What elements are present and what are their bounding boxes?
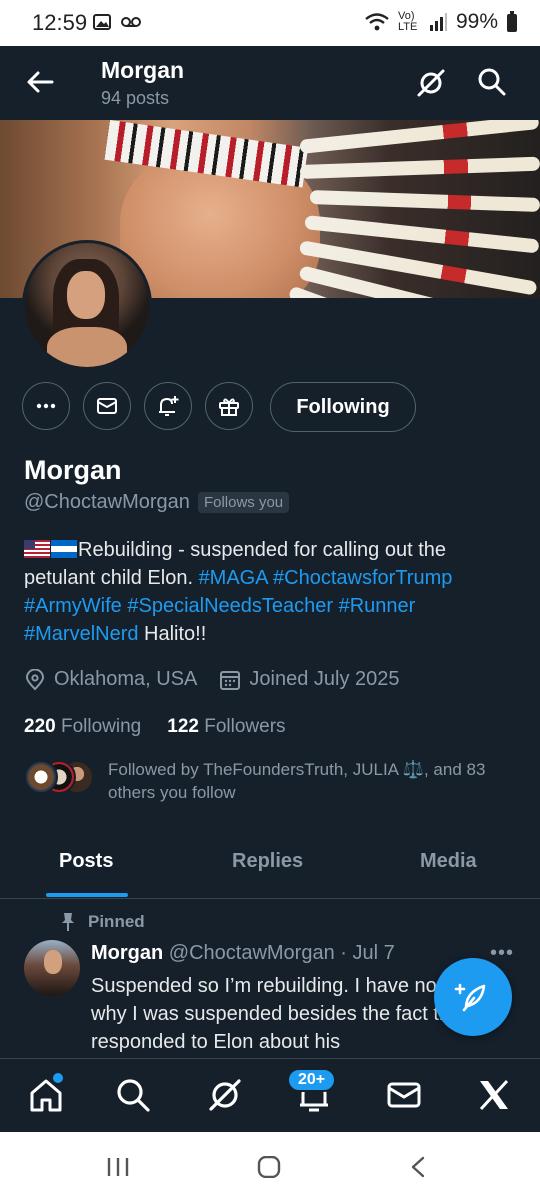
post-author-name[interactable]: Morgan: [91, 942, 163, 964]
gift-button[interactable]: [205, 382, 253, 430]
location-pin-icon: [25, 668, 45, 690]
tab-media[interactable]: Media: [420, 850, 477, 873]
hashtag-link[interactable]: #SpecialNeedsTeacher: [127, 595, 333, 617]
x-logo-icon[interactable]: [474, 1075, 514, 1115]
profile-name: Morgan: [24, 455, 122, 485]
bio-suffix: Halito!!: [138, 623, 207, 645]
battery-percent: 99%: [455, 10, 498, 33]
voicemail-icon: [121, 17, 141, 27]
tab-replies[interactable]: Replies: [232, 850, 303, 873]
status-time: 12:59: [32, 10, 88, 35]
profile-avatar[interactable]: [22, 240, 152, 370]
status-bar: 12:59 Vo) LTE 99%: [0, 0, 540, 46]
post-date: · Jul 7: [340, 942, 395, 964]
profile-meta: Oklahoma, USA Joined July 2025: [24, 668, 422, 691]
compose-button[interactable]: [434, 958, 512, 1036]
profile-stats: 220 Following 122 Followers: [24, 716, 286, 738]
post-count: 94 posts: [101, 88, 170, 108]
profile-bio: Rebuilding - suspended for calling out t…: [24, 536, 514, 648]
message-button[interactable]: [83, 382, 131, 430]
bottom-navigation: [0, 1058, 540, 1133]
following-stat[interactable]: 220 Following: [24, 716, 141, 738]
hashtag-link[interactable]: #MarvelNerd: [24, 623, 138, 645]
following-count: 220: [24, 716, 56, 737]
profile-actions: [22, 382, 253, 430]
hashtag-link[interactable]: #ArmyWife: [24, 595, 122, 617]
grok-icon[interactable]: [205, 1075, 245, 1115]
profile-tabs: Posts Replies Media: [0, 834, 540, 899]
system-navigation: [0, 1132, 540, 1200]
follows-you-badge: Follows you: [197, 492, 290, 513]
hashtag-link[interactable]: #MAGA: [199, 567, 268, 589]
tab-posts[interactable]: Posts: [59, 850, 113, 873]
signal-icon: [429, 13, 447, 31]
explore-icon[interactable]: [113, 1075, 153, 1115]
profile-header-bar: Morgan 94 posts: [0, 46, 540, 120]
compose-feather-icon: [454, 983, 486, 1012]
home-new-dot: [52, 1072, 64, 1084]
header-title: Morgan: [101, 57, 185, 83]
post-header: Morgan @ChoctawMorgan · Jul 7: [91, 942, 395, 965]
network-type: Vo) LTE: [397, 10, 418, 33]
more-options-button[interactable]: [22, 382, 70, 430]
profile-handle: @ChoctawMorgan: [24, 491, 190, 513]
followers-count: 122: [167, 716, 199, 737]
back-button-icon[interactable]: [410, 1156, 426, 1178]
wifi-icon: [365, 13, 389, 31]
followers-stat[interactable]: 122 Followers: [167, 716, 285, 738]
gift-icon: [219, 398, 239, 416]
hashtag-link[interactable]: #ChoctawsforTrump: [273, 567, 452, 589]
notifications-button[interactable]: [144, 382, 192, 430]
notifications-badge: 20+: [287, 1068, 337, 1092]
post-more-icon[interactable]: •••: [490, 942, 514, 965]
profile-joined: Joined July 2025: [249, 668, 400, 690]
followed-by-text: Followed by TheFoundersTruth, JULIA ⚖️, …: [108, 760, 486, 802]
home-button-icon[interactable]: [257, 1156, 281, 1178]
post-author-avatar[interactable]: [24, 940, 80, 996]
grok-icon[interactable]: [414, 66, 448, 100]
following-button[interactable]: Following: [270, 382, 416, 432]
recent-apps-icon[interactable]: [106, 1156, 130, 1178]
gallery-icon: [93, 14, 111, 30]
mail-icon: [97, 398, 117, 414]
notify-bell-plus-icon: [159, 396, 179, 416]
post-author-handle[interactable]: @ChoctawMorgan: [169, 942, 335, 964]
us-flag-icon: [24, 540, 50, 558]
battery-icon: [507, 11, 517, 32]
profile-location: Oklahoma, USA: [54, 668, 198, 690]
pinned-label: Pinned: [60, 912, 145, 932]
mail-icon[interactable]: [384, 1075, 424, 1115]
back-arrow-icon[interactable]: [22, 64, 58, 100]
hashtag-link[interactable]: #Runner: [339, 595, 416, 617]
calendar-icon: [220, 670, 241, 690]
more-icon: [36, 403, 56, 409]
pin-icon: [62, 913, 74, 931]
follower-avatar: [24, 760, 58, 794]
search-icon[interactable]: [476, 66, 508, 98]
nicaragua-flag-icon: [51, 540, 77, 558]
active-tab-indicator: [46, 893, 128, 897]
